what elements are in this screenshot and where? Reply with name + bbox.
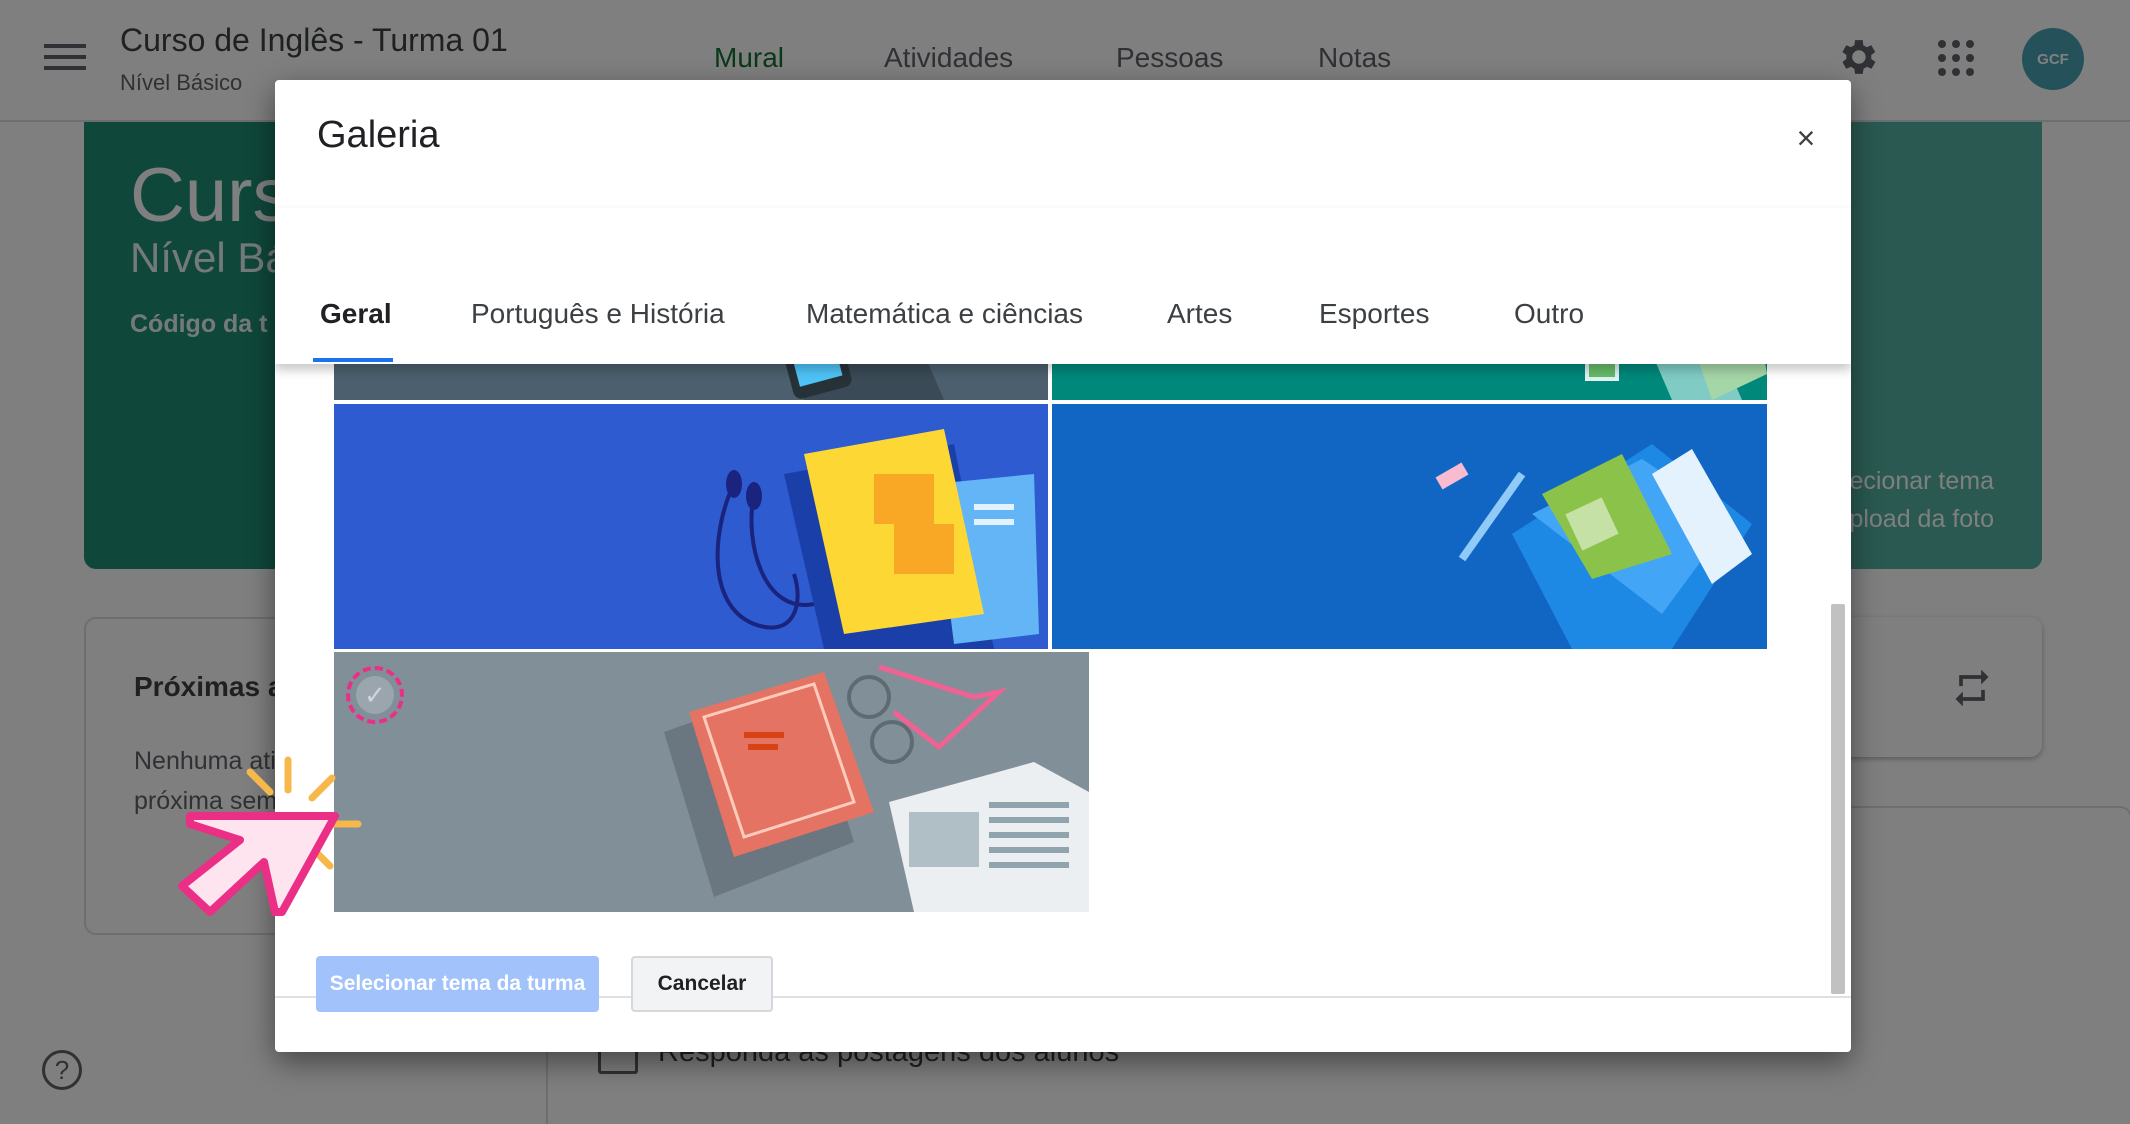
gallery-category-tabs: Geral Português e História Matemática e … <box>275 208 1851 364</box>
theme-thumbnail[interactable] <box>1052 404 1767 649</box>
tab-esportes[interactable]: Esportes <box>1319 298 1430 330</box>
tutorial-pointer-icon <box>178 756 362 916</box>
tab-geral[interactable]: Geral <box>320 298 392 330</box>
close-icon[interactable]: × <box>1786 118 1826 158</box>
dialog-title: Galeria <box>317 114 440 156</box>
gallery-dialog: Galeria × ✓ Geral Português e História M… <box>275 80 1851 1052</box>
book-glasses-newspaper-illustration <box>664 664 1089 912</box>
tab-matematica-ciencias[interactable]: Matemática e ciências <box>806 298 1083 330</box>
cancel-button[interactable]: Cancelar <box>631 956 773 1012</box>
theme-gallery-grid[interactable]: ✓ <box>275 284 1851 996</box>
selected-theme-thumbnail[interactable]: ✓ <box>334 652 1089 912</box>
tab-portugues-historia[interactable]: Português e História <box>471 298 725 330</box>
check-icon: ✓ <box>356 676 394 714</box>
backpack-pencil-illustration <box>1435 444 1752 649</box>
theme-thumbnail[interactable] <box>334 404 1048 649</box>
gallery-scrollbar[interactable] <box>1831 604 1845 994</box>
selected-check-indicator: ✓ <box>346 666 404 724</box>
books-headphones-illustration <box>715 429 1039 649</box>
tab-artes[interactable]: Artes <box>1167 298 1232 330</box>
select-theme-button[interactable]: Selecionar tema da turma <box>316 956 599 1012</box>
tab-outro[interactable]: Outro <box>1514 298 1584 330</box>
active-tab-indicator <box>313 358 393 362</box>
